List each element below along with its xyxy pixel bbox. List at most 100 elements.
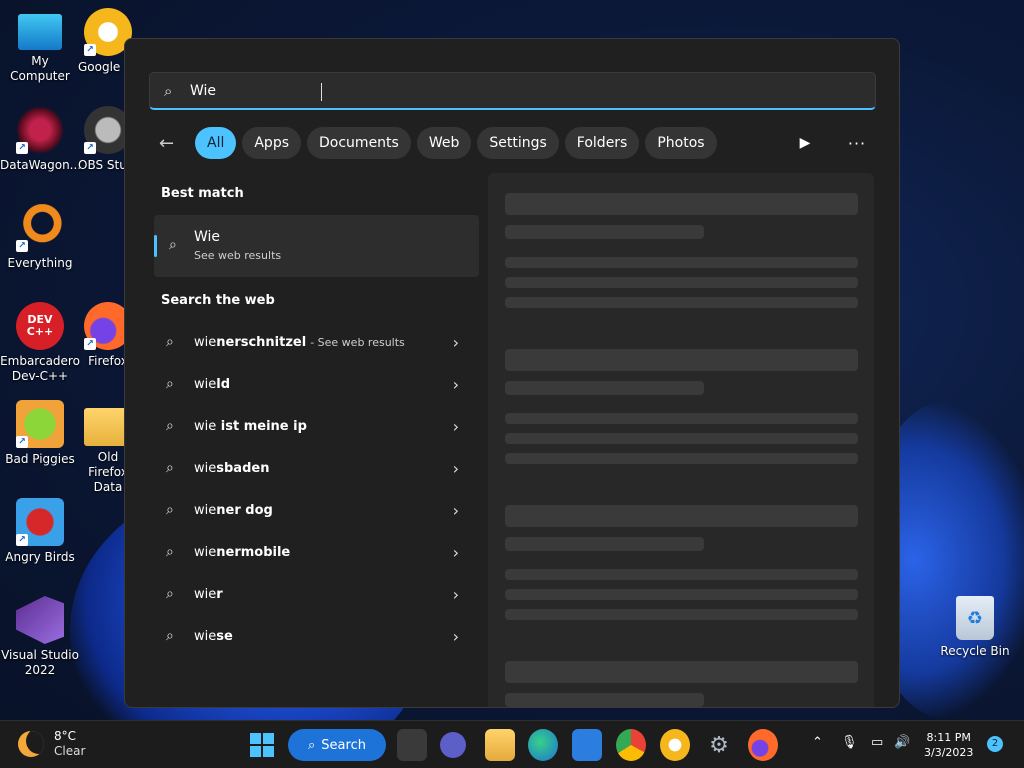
desktop-icon-label: Everything bbox=[7, 256, 73, 270]
web-result-item[interactable]: ⌕ wiesbaden › bbox=[154, 447, 479, 489]
windows-logo-icon bbox=[250, 733, 274, 757]
web-result-item[interactable]: ⌕ wie ist meine ip › bbox=[154, 405, 479, 447]
search-panel: ⌕ ← All Apps Documents Web Settings Fold… bbox=[124, 38, 900, 708]
desktop-icon-recycle-bin[interactable]: ♻ Recycle Bin bbox=[940, 596, 1010, 658]
skeleton-bar bbox=[505, 193, 858, 215]
search-icon: ⌕ bbox=[308, 737, 316, 753]
web-result-item[interactable]: ⌕ wienermobile › bbox=[154, 531, 479, 573]
desktop-icon-visual-studio[interactable]: Visual Studio 2022 bbox=[0, 596, 80, 678]
chevron-right-icon: › bbox=[452, 374, 459, 394]
shortcut-arrow-icon: ↗ bbox=[16, 240, 28, 252]
taskbar-search-label: Search bbox=[321, 737, 366, 753]
bad-piggies-icon: ↗ bbox=[16, 400, 64, 448]
skeleton-bar bbox=[505, 433, 858, 444]
shortcut-arrow-icon: ↗ bbox=[16, 534, 28, 546]
task-view-icon[interactable] bbox=[397, 729, 427, 761]
network-icon[interactable]: ▭ bbox=[871, 735, 883, 750]
search-icon: ⌕ bbox=[169, 237, 177, 253]
chrome-canary-icon[interactable] bbox=[660, 729, 690, 761]
recycle-bin-icon: ♻ bbox=[956, 596, 994, 640]
filter-all[interactable]: All bbox=[195, 127, 237, 159]
skeleton-bar bbox=[505, 413, 858, 424]
weather-temp: 8°C bbox=[54, 729, 77, 743]
more-options-icon[interactable]: ··· bbox=[845, 131, 869, 155]
chevron-up-icon[interactable]: ⌃ bbox=[812, 735, 823, 750]
search-icon: ⌕ bbox=[166, 502, 174, 518]
search-box[interactable]: ⌕ bbox=[149, 72, 876, 110]
skeleton-bar bbox=[505, 537, 704, 551]
settings-gear-icon[interactable]: ⚙ bbox=[704, 729, 734, 761]
skeleton-bar bbox=[505, 609, 858, 620]
preview-pane-loading bbox=[488, 173, 874, 707]
microsoft-store-icon[interactable] bbox=[572, 729, 602, 761]
filter-documents[interactable]: Documents bbox=[307, 127, 411, 159]
start-button[interactable] bbox=[249, 729, 275, 761]
skeleton-bar bbox=[505, 569, 858, 580]
desktop-icon-devcpp[interactable]: DEV C++ Embarcadero Dev-C++ bbox=[0, 302, 80, 384]
filter-web[interactable]: Web bbox=[416, 127, 472, 159]
desktop-icon-label: Embarcadero Dev-C++ bbox=[0, 354, 80, 383]
chevron-right-icon: › bbox=[452, 416, 459, 436]
devcpp-icon: DEV C++ bbox=[16, 302, 64, 350]
desktop-icon-bad-piggies[interactable]: ↗ Bad Piggies bbox=[0, 400, 80, 467]
taskbar-search-button[interactable]: ⌕ Search bbox=[288, 729, 386, 761]
desktop-icon-label: My Computer bbox=[10, 54, 70, 83]
everything-icon: ↗ bbox=[16, 204, 64, 252]
clock-date: 3/3/2023 bbox=[924, 746, 974, 759]
web-result-item[interactable]: ⌕ wield › bbox=[154, 363, 479, 405]
file-explorer-icon[interactable] bbox=[485, 729, 515, 761]
chevron-right-icon: › bbox=[452, 584, 459, 604]
filter-folders[interactable]: Folders bbox=[564, 127, 640, 159]
best-match-subtitle: See web results bbox=[194, 249, 282, 262]
angry-birds-icon: ↗ bbox=[16, 498, 64, 546]
teams-chat-icon[interactable] bbox=[440, 732, 466, 758]
skeleton-bar bbox=[505, 381, 704, 395]
clock-time: 8:11 PM bbox=[926, 731, 971, 744]
skeleton-bar bbox=[505, 661, 858, 683]
desktop-icon-datawagon[interactable]: ↗ DataWagon... bbox=[0, 106, 81, 173]
web-result-item[interactable]: ⌕ wiese › bbox=[154, 615, 479, 657]
skeleton-bar bbox=[505, 589, 858, 600]
chevron-right-icon: › bbox=[452, 626, 459, 646]
web-result-item[interactable]: ⌕ wiener dog › bbox=[154, 489, 479, 531]
play-icon[interactable]: ▶ bbox=[793, 131, 817, 155]
skeleton-bar bbox=[505, 453, 858, 464]
filter-settings[interactable]: Settings bbox=[477, 127, 559, 159]
desktop-icon-angry-birds[interactable]: ↗ Angry Birds bbox=[0, 498, 80, 565]
web-heading: Search the web bbox=[161, 293, 275, 308]
chevron-right-icon: › bbox=[452, 332, 459, 352]
weather-widget[interactable]: 8°C Clear bbox=[18, 729, 85, 759]
search-icon: ⌕ bbox=[166, 544, 174, 560]
web-result-item[interactable]: ⌕ wienerschnitzel - See web results › bbox=[154, 321, 479, 363]
search-icon: ⌕ bbox=[166, 334, 174, 350]
search-icon: ⌕ bbox=[166, 460, 174, 476]
moon-icon bbox=[18, 731, 44, 757]
edge-icon[interactable] bbox=[528, 729, 558, 761]
microphone-icon[interactable]: 🎙 bbox=[841, 735, 858, 750]
clock[interactable]: 8:11 PM 3/3/2023 bbox=[924, 730, 973, 760]
shortcut-arrow-icon: ↗ bbox=[84, 338, 96, 350]
taskbar: 8°C Clear ⌕ Search ⚙ ⌃ 🎙 ▭ 🔊 8:11 PM 3/3… bbox=[0, 720, 1024, 768]
desktop-icon-my-computer[interactable]: My Computer bbox=[0, 8, 80, 84]
shortcut-arrow-icon: ↗ bbox=[16, 142, 28, 154]
search-icon: ⌕ bbox=[166, 586, 174, 602]
notification-badge[interactable]: 2 bbox=[987, 736, 1003, 752]
best-match-title: Wie bbox=[194, 229, 221, 245]
filter-apps[interactable]: Apps bbox=[242, 127, 302, 159]
desktop-icon-label: Visual Studio 2022 bbox=[1, 648, 79, 677]
volume-icon[interactable]: 🔊 bbox=[894, 735, 910, 750]
filter-photos[interactable]: Photos bbox=[645, 127, 717, 159]
search-icon: ⌕ bbox=[166, 628, 174, 644]
shortcut-arrow-icon: ↗ bbox=[84, 44, 96, 56]
desktop-icon-everything[interactable]: ↗ Everything bbox=[0, 204, 80, 271]
chevron-right-icon: › bbox=[452, 500, 459, 520]
web-result-item[interactable]: ⌕ wier › bbox=[154, 573, 479, 615]
search-icon: ⌕ bbox=[166, 376, 174, 392]
firefox-icon[interactable] bbox=[748, 729, 778, 761]
selection-indicator bbox=[154, 235, 157, 257]
chrome-icon[interactable] bbox=[616, 729, 646, 761]
search-input[interactable] bbox=[190, 82, 875, 99]
back-arrow-icon[interactable]: ← bbox=[159, 127, 189, 159]
best-match-item[interactable]: ⌕ Wie See web results bbox=[154, 215, 479, 277]
best-match-heading: Best match bbox=[161, 186, 244, 201]
